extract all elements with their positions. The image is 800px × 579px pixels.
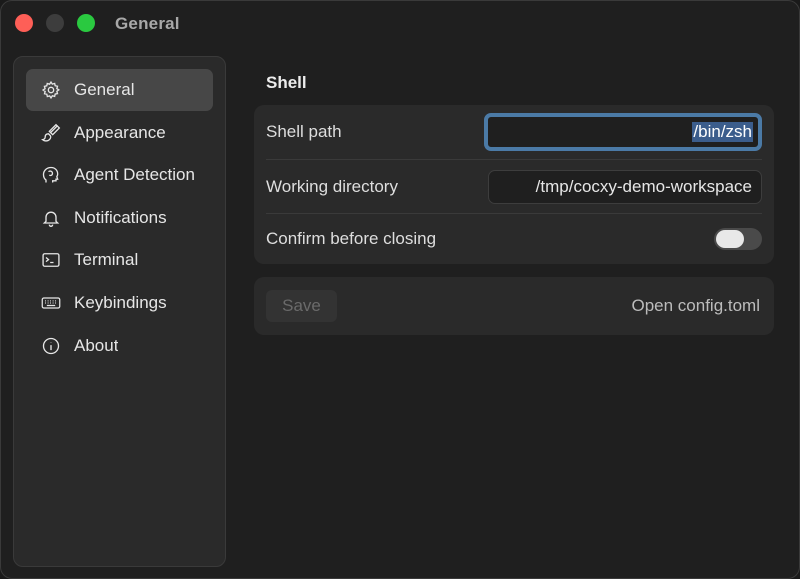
bell-icon: [40, 207, 62, 229]
sidebar-item-label: About: [74, 335, 119, 355]
actions-group: Save Open config.toml: [254, 277, 774, 335]
working-directory-value: /tmp/cocxy-demo-workspace: [535, 176, 752, 196]
shell-path-row: Shell path /bin/zsh: [266, 105, 762, 159]
working-directory-input[interactable]: /tmp/cocxy-demo-workspace: [488, 169, 762, 204]
paintbrush-icon: [40, 122, 62, 144]
sidebar-item-label: Keybindings: [74, 292, 167, 312]
sidebar-item-label: Terminal: [74, 250, 139, 270]
sidebar-item-label: Agent Detection: [74, 165, 195, 185]
title-bar: General: [1, 1, 799, 47]
sidebar-item-keybindings[interactable]: Keybindings: [26, 282, 213, 324]
sidebar-item-notifications[interactable]: Notifications: [26, 197, 213, 239]
sidebar-item-about[interactable]: About: [26, 325, 213, 367]
sidebar-item-label: Appearance: [74, 122, 166, 142]
shell-path-value: /bin/zsh: [692, 122, 753, 142]
sidebar-item-general[interactable]: General: [26, 69, 213, 111]
brain-head-icon: [40, 164, 62, 186]
confirm-close-label: Confirm before closing: [266, 229, 437, 248]
window-title: General: [115, 14, 180, 33]
sidebar-item-appearance[interactable]: Appearance: [26, 112, 213, 154]
gear-icon: [40, 79, 62, 101]
shell-path-label: Shell path: [266, 122, 342, 141]
sidebar-item-terminal[interactable]: Terminal: [26, 239, 213, 281]
sidebar: General Appearance Agent Detection Notif…: [13, 56, 226, 567]
minimize-window-button[interactable]: [46, 14, 64, 32]
confirm-close-toggle[interactable]: [714, 228, 762, 250]
maximize-window-button[interactable]: [77, 14, 95, 32]
sidebar-item-label: General: [74, 80, 135, 99]
close-window-button[interactable]: [15, 14, 33, 32]
working-directory-label: Working directory: [266, 176, 398, 196]
confirm-close-row: Confirm before closing: [266, 213, 762, 264]
sidebar-item-label: Notifications: [74, 207, 167, 227]
terminal-icon: [40, 249, 62, 271]
save-button[interactable]: Save: [266, 290, 337, 322]
settings-window: General General Appearance Agent Detecti…: [0, 0, 800, 579]
working-directory-row: Working directory /tmp/cocxy-demo-worksp…: [266, 159, 762, 213]
info-icon: [40, 335, 62, 357]
shell-settings-group: Shell path /bin/zsh Working directory /t…: [254, 105, 774, 264]
shell-path-input[interactable]: /bin/zsh: [484, 113, 762, 151]
sidebar-item-agent-detection[interactable]: Agent Detection: [26, 154, 213, 196]
section-title: Shell: [266, 73, 307, 92]
keyboard-icon: [40, 292, 62, 314]
open-config-button[interactable]: Open config.toml: [631, 296, 760, 316]
toggle-knob: [716, 230, 744, 248]
